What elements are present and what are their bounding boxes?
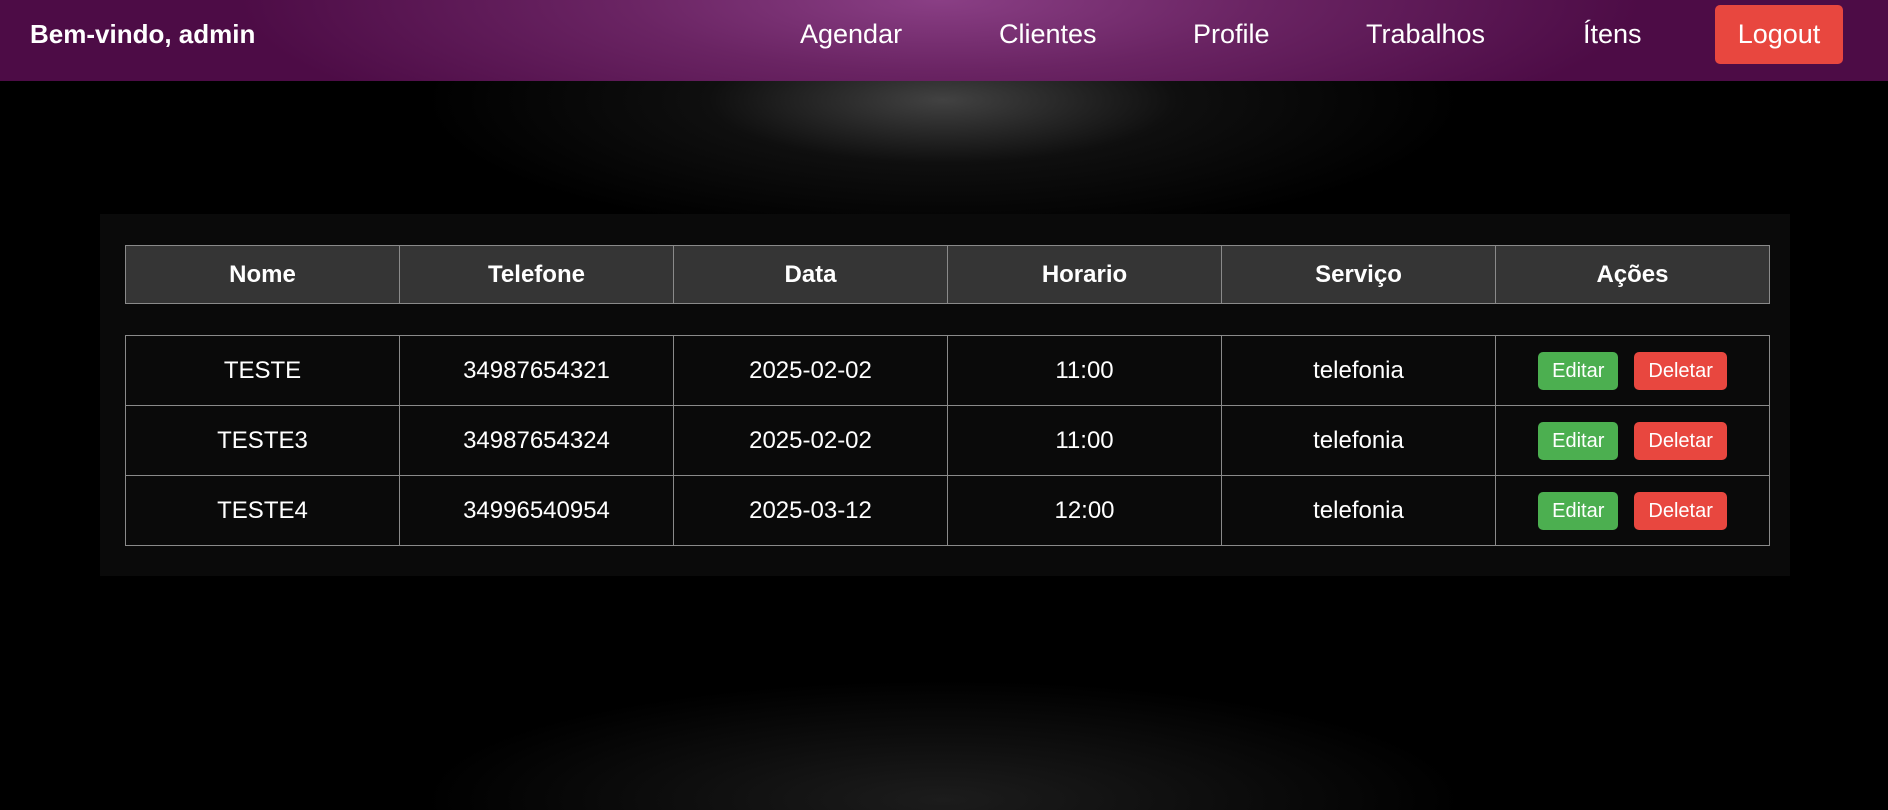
column-header-servico: Serviço [1222, 246, 1496, 303]
cell-data: 2025-03-12 [674, 476, 948, 545]
nav-link-agendar[interactable]: Agendar [800, 0, 902, 69]
table-row: TESTE 34987654321 2025-02-02 11:00 telef… [126, 336, 1769, 406]
cell-nome: TESTE4 [126, 476, 400, 545]
cell-acoes: Editar Deletar [1496, 476, 1769, 545]
table-header: Nome Telefone Data Horario Serviço Ações [125, 245, 1770, 304]
cell-acoes: Editar Deletar [1496, 336, 1769, 405]
nav-link-clientes[interactable]: Clientes [999, 0, 1097, 69]
edit-button[interactable]: Editar [1538, 421, 1619, 460]
delete-button[interactable]: Deletar [1634, 491, 1727, 530]
welcome-text: Bem-vindo, admin [30, 19, 256, 49]
table-row: TESTE4 34996540954 2025-03-12 12:00 tele… [126, 476, 1769, 545]
table-row: TESTE3 34987654324 2025-02-02 11:00 tele… [126, 406, 1769, 476]
delete-button[interactable]: Deletar [1634, 421, 1727, 460]
cell-servico: telefonia [1222, 406, 1496, 475]
cell-data: 2025-02-02 [674, 406, 948, 475]
cell-servico: telefonia [1222, 476, 1496, 545]
cell-telefone: 34987654324 [400, 406, 674, 475]
column-header-data: Data [674, 246, 948, 303]
column-header-acoes: Ações [1596, 261, 1669, 288]
cell-data: 2025-02-02 [674, 336, 948, 405]
appointments-table: TESTE 34987654321 2025-02-02 11:00 telef… [125, 335, 1770, 546]
cell-horario: 11:00 [948, 336, 1222, 405]
top-navbar: Bem-vindo, admin Agendar Clientes Profil… [0, 0, 1888, 81]
nav-link-itens[interactable]: Ítens [1583, 0, 1642, 69]
column-header-telefone: Telefone [400, 246, 674, 303]
edit-button[interactable]: Editar [1538, 491, 1619, 530]
cell-acoes: Editar Deletar [1496, 406, 1769, 475]
cell-horario: 12:00 [948, 476, 1222, 545]
column-header-nome: Nome [126, 246, 400, 303]
cell-nome: TESTE3 [126, 406, 400, 475]
nav-link-trabalhos[interactable]: Trabalhos [1366, 0, 1485, 69]
logout-button[interactable]: Logout [1715, 5, 1843, 64]
cell-telefone: 34987654321 [400, 336, 674, 405]
cell-nome: TESTE [126, 336, 400, 405]
cell-telefone: 34996540954 [400, 476, 674, 545]
column-header-horario: Horario [948, 246, 1222, 303]
cell-servico: telefonia [1222, 336, 1496, 405]
nav-link-profile[interactable]: Profile [1193, 0, 1270, 69]
cell-horario: 11:00 [948, 406, 1222, 475]
delete-button[interactable]: Deletar [1634, 351, 1727, 390]
edit-button[interactable]: Editar [1538, 351, 1619, 390]
